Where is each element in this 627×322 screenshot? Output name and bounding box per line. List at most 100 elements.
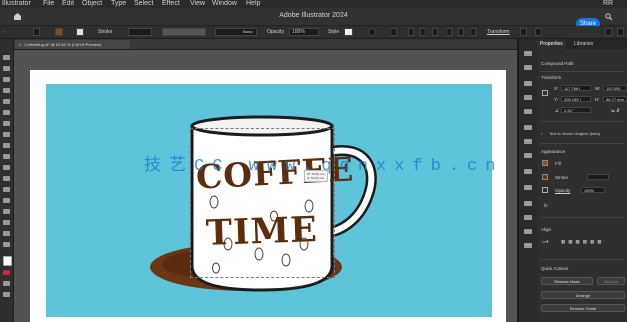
watermark-text: 技艺CC www.qdnxxfb.cn (144, 157, 504, 176)
symbols-icon[interactable] (524, 139, 532, 144)
menu-window[interactable]: Window (212, 0, 237, 8)
text-to-vector-label[interactable]: Text to Vector Graphic (beta) (549, 131, 600, 136)
fill-stroke-icon[interactable] (3, 256, 12, 266)
gradient-tool-icon[interactable] (3, 209, 10, 214)
fill-color-swatch[interactable] (542, 160, 548, 166)
reference-point-icon[interactable] (542, 90, 548, 96)
graphic-styles-icon[interactable] (524, 215, 532, 220)
transparency-icon[interactable] (524, 185, 532, 190)
release-mask-button[interactable]: Release Mask (541, 277, 593, 285)
h-label: H: (595, 97, 600, 102)
rectangle-tool-icon[interactable] (3, 121, 10, 126)
menu-effect[interactable]: Effect (162, 0, 180, 8)
tooltip-height: H: 53.00 mm (307, 176, 325, 180)
arrange-button[interactable]: Arrange (541, 291, 625, 299)
draw-mode-icon[interactable] (3, 281, 10, 286)
panel-toggle-icon[interactable] (617, 28, 624, 36)
tab-properties[interactable]: Properties (537, 39, 566, 49)
hand-tool-icon[interactable] (3, 231, 10, 236)
stroke-weight-field[interactable] (128, 28, 152, 36)
opacity-field[interactable]: 100% (581, 187, 605, 193)
selection-tool-icon[interactable] (3, 55, 10, 60)
menu-file[interactable]: File (43, 0, 54, 8)
width-tool-icon[interactable] (3, 187, 10, 192)
fx-button[interactable]: fx (544, 203, 548, 208)
menu-object[interactable]: Object (82, 0, 102, 8)
document-tab-label: CoffeeMug.ai* @ 63.83 % (CMYK/Preview) (24, 42, 102, 47)
transform-label[interactable]: Transform (487, 26, 510, 38)
menu-select[interactable]: Select (134, 0, 153, 8)
arrange-docs-icon[interactable] (605, 28, 612, 36)
rotate-tool-icon[interactable] (3, 165, 10, 170)
align-top-icon[interactable] (446, 28, 452, 36)
eyedropper-tool-icon[interactable] (3, 220, 10, 225)
align-to-icon[interactable]: ▭▾ (542, 239, 549, 245)
recolor-icon[interactable] (368, 28, 376, 36)
appearance-icon[interactable] (524, 201, 532, 206)
style-label: Style (328, 29, 340, 35)
type-tool-icon[interactable] (3, 99, 10, 104)
menu-edit[interactable]: Edit (62, 0, 74, 8)
swatches-icon[interactable] (524, 109, 532, 114)
release-guide-button[interactable]: Release Guide (541, 304, 625, 312)
color-icon[interactable] (524, 95, 532, 100)
line-tool-icon[interactable] (3, 110, 10, 115)
properties-icon[interactable] (524, 51, 532, 56)
scale-tool-icon[interactable] (3, 176, 10, 181)
opacity-label: Opacity (267, 29, 284, 35)
align-to-icon[interactable] (390, 28, 397, 36)
color-mode-icon[interactable] (3, 270, 10, 275)
menu-illustrator[interactable]: Illustrator (2, 0, 31, 8)
tab-libraries[interactable]: Libraries (571, 39, 596, 49)
fill-swatch[interactable] (55, 28, 63, 36)
stroke-icon[interactable] (524, 153, 532, 158)
stroke-swatch[interactable] (76, 28, 84, 36)
shape-builder-tool-icon[interactable] (3, 198, 10, 203)
coffee-artwork[interactable]: COFFEE TIME W: 78.89 mm H: 53.00 mm (46, 84, 492, 317)
screen-mode-icon[interactable] (3, 292, 10, 297)
recolor-button[interactable]: Recolor (597, 277, 625, 285)
eraser-tool-icon[interactable] (3, 154, 10, 159)
menu-type[interactable]: Type (111, 0, 126, 8)
zoom-tool-icon[interactable] (3, 242, 10, 247)
y-field[interactable]: 205.189 I (561, 96, 591, 102)
brushes-icon[interactable] (524, 125, 532, 130)
isolate-icon[interactable] (520, 28, 527, 36)
divider (540, 143, 624, 144)
pen-tool-icon[interactable] (3, 77, 10, 82)
w-field[interactable]: 102.005 (603, 85, 627, 91)
flip-icons[interactable]: ⇋ ⇵ (611, 108, 620, 114)
document-tab[interactable]: × CoffeeMug.ai* @ 63.83 % (CMYK/Preview) (15, 40, 130, 49)
h-field[interactable]: 56.77 mm (603, 96, 627, 102)
align-right-icon[interactable] (432, 28, 438, 36)
text-to-vector-expand[interactable]: › (541, 131, 543, 136)
libraries-icon[interactable] (524, 81, 532, 86)
artboards-icon[interactable] (524, 229, 532, 234)
align-center-icon[interactable] (420, 28, 426, 36)
artboard[interactable]: COFFEE TIME W: 78.89 mm H: 53.00 mm (30, 70, 506, 322)
canvas[interactable]: COFFEE TIME W: 78.89 mm H: 53.00 mm (14, 50, 517, 322)
paintbrush-tool-icon[interactable] (3, 132, 10, 137)
align-middle-icon[interactable] (458, 28, 464, 36)
curvature-tool-icon[interactable] (3, 88, 10, 93)
angle-field[interactable]: 2.53 ° (561, 107, 591, 113)
align-buttons[interactable]: ▦▦▦▦▦▦ (561, 239, 605, 245)
align-left-icon[interactable] (408, 28, 414, 36)
pencil-tool-icon[interactable] (3, 143, 10, 148)
stroke-color-swatch[interactable] (542, 174, 548, 180)
stroke-weight-field[interactable] (587, 174, 609, 180)
variable-width-field[interactable] (162, 28, 206, 36)
align-bottom-icon[interactable] (470, 28, 476, 36)
menu-help[interactable]: Help (246, 0, 260, 8)
close-icon[interactable]: × (19, 42, 21, 47)
search-icon[interactable] (605, 13, 613, 21)
gradient-icon[interactable] (524, 169, 532, 174)
direct-selection-tool-icon[interactable] (3, 66, 10, 71)
menu-view[interactable]: View (190, 0, 205, 8)
select-icon[interactable] (33, 28, 40, 36)
comments-icon[interactable] (524, 243, 532, 248)
layers-icon[interactable] (524, 65, 532, 70)
menu-icon[interactable] (535, 28, 542, 36)
x-field[interactable]: 117.766 I (561, 85, 591, 91)
graphic-style-swatch[interactable] (344, 28, 353, 36)
